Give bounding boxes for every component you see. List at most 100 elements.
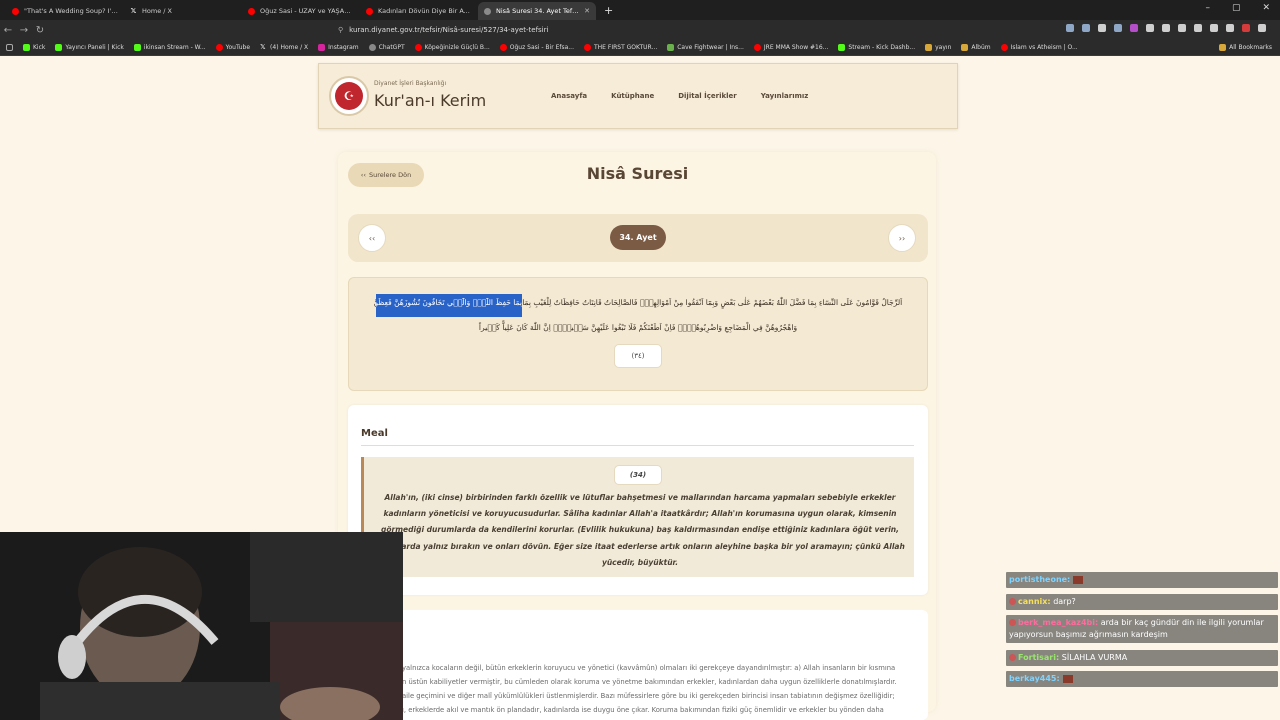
stream-chat-overlay: portistheone: cannix: darp? berk_mea_kaz… [1004, 560, 1280, 720]
ayah-number-badge: (٣٤) [614, 344, 662, 368]
bookmark-item[interactable]: JRE MMA Show #16... [753, 44, 828, 51]
chat-message: portistheone: [1006, 572, 1278, 588]
divider [361, 445, 914, 446]
arabic-line: وَاهْجُرُوهُنَّ فِي الْمَضَاجِعِ وَاضْرِ… [478, 323, 798, 332]
emote-icon [1073, 575, 1084, 584]
media-icon[interactable] [1194, 24, 1202, 32]
youtube-icon [1000, 44, 1008, 51]
chat-message: Fortisari: SİLAHLA VURMA [1006, 650, 1278, 666]
nav-kutuphane[interactable]: Kütüphane [611, 92, 654, 100]
extensions-row [1066, 24, 1266, 32]
browser-tab[interactable]: "That's A Wedding Soup? I'd Rather [6, 2, 124, 20]
browser-tab[interactable]: 𝕏 Home / X [124, 2, 242, 20]
meal-text: Allah'ın, (iki cinse) birbirinden farklı… [375, 493, 905, 567]
bookmark-item[interactable]: Islam vs Atheism | O... [1000, 44, 1078, 51]
double-chevron-left-icon: ‹‹ [360, 171, 366, 179]
bookmark-item[interactable]: Köpeğinizle Güçlü B... [414, 44, 490, 51]
next-ayet-button[interactable]: ›› [888, 224, 916, 252]
bookmark-item[interactable]: Yayıncı Paneli | Kick [55, 44, 124, 51]
instagram-icon [318, 44, 326, 51]
extension-icon[interactable] [1130, 24, 1138, 32]
menu-icon[interactable] [1258, 24, 1266, 32]
youtube-icon [248, 7, 255, 15]
tab-title: Kadınları Dövün Diye Bir Ayet Var M [378, 7, 472, 15]
chatgpt-icon [368, 44, 376, 51]
bookmark-item[interactable]: Kick [23, 44, 45, 51]
page-title: Nisâ Suresi [586, 164, 689, 183]
window-controls: – ▢ ✕ [1205, 3, 1270, 13]
globe-icon [484, 7, 491, 15]
bookmark-item[interactable]: Oğuz Sasi - Bir Efsa... [499, 44, 574, 51]
chat-message: berk_mea_kaz4bi: arda bir kaç gündür din… [1006, 615, 1278, 643]
folder-icon [961, 44, 969, 51]
kick-icon [55, 44, 63, 51]
url-bar[interactable]: ⚲ kuran.diyanet.gov.tr/tefsir/Nisâ-sures… [338, 22, 886, 38]
reload-icon[interactable]: ↻ [32, 25, 48, 36]
diyanet-logo[interactable]: ☪ [329, 76, 369, 116]
nav-yayinlarimiz[interactable]: Yayınlarımız [761, 92, 809, 100]
tab-title: Oğuz Sasi - UZAY ve YAŞAM Teorileri [260, 7, 354, 15]
maximize-icon[interactable]: ▢ [1232, 3, 1241, 13]
extension-icon[interactable] [1146, 24, 1154, 32]
brand-title[interactable]: Kur'an-ı Kerim [374, 91, 486, 110]
browser-tab[interactable]: Kadınları Dövün Diye Bir Ayet Var M [360, 2, 478, 20]
crescent-icon: ☪ [335, 82, 363, 110]
nav-dijital-icerikler[interactable]: Dijital İçerikler [678, 92, 737, 100]
bookmark-item[interactable]: ikinsan Stream - W... [133, 44, 206, 51]
kick-icon [23, 44, 30, 51]
youtube-icon [414, 44, 422, 51]
folder-icon [1219, 44, 1227, 51]
bookmark-item[interactable]: Stream - Kick Dashb... [838, 44, 915, 51]
leaf-icon [667, 44, 675, 51]
extension-icon[interactable] [1162, 24, 1170, 32]
site-info-icon[interactable]: ⚲ [338, 26, 343, 34]
back-to-sures-button[interactable]: ‹‹ Surelere Dön [348, 163, 424, 187]
extension-icon[interactable] [1178, 24, 1186, 32]
forward-icon[interactable]: → [16, 25, 32, 36]
bookmark-item[interactable]: YouTube [215, 44, 250, 51]
tefsir-line: ı, erkeklerde akıl ve mantık ön plandadı… [402, 706, 884, 714]
bookmark-star-icon[interactable] [1210, 24, 1218, 32]
minimize-icon[interactable]: – [1205, 3, 1210, 13]
nav-anasayfa[interactable]: Anasayfa [551, 92, 587, 100]
bookmark-item[interactable]: 𝕏 (4) Home / X [260, 43, 308, 52]
close-tab-icon[interactable]: ✕ [584, 7, 590, 15]
bookmark-item[interactable]: THE FIRST GOKTUR... [584, 44, 657, 51]
extension-icon[interactable] [1066, 24, 1074, 32]
browser-tab[interactable]: Oğuz Sasi - UZAY ve YAŞAM Teorileri [242, 2, 360, 20]
apps-icon[interactable] [6, 44, 13, 51]
avatar [1009, 619, 1016, 626]
extension-icon[interactable] [1098, 24, 1106, 32]
bookmark-folder[interactable]: yayın [925, 44, 951, 51]
extension-icon[interactable] [1114, 24, 1122, 32]
sidepanel-icon[interactable] [1226, 24, 1234, 32]
youtube-icon [12, 7, 19, 15]
all-bookmarks-button[interactable]: All Bookmarks [1219, 44, 1272, 51]
bookmark-item[interactable]: Cave Fightwear | Ins... [667, 44, 744, 51]
tab-title: Home / X [142, 7, 172, 15]
ayet-label: 34. Ayet [610, 225, 666, 250]
youtube-icon [499, 44, 507, 51]
previous-ayet-button[interactable]: ‹‹ [358, 224, 386, 252]
profile-icon[interactable] [1242, 24, 1250, 32]
tefsir-line: n üstün kabiliyetler vermiştir, bu cümle… [402, 678, 897, 686]
x-icon: 𝕏 [130, 6, 137, 15]
address-bar-row: ← → ↻ ⚲ kuran.diyanet.gov.tr/tefsir/Nisâ… [0, 20, 1280, 40]
bookmark-item[interactable]: ChatGPT [368, 44, 405, 51]
bookmark-item[interactable]: Instagram [318, 44, 359, 51]
back-icon[interactable]: ← [0, 25, 16, 36]
browser-tabbar: "That's A Wedding Soup? I'd Rather 𝕏 Hom… [0, 0, 1280, 20]
x-icon: 𝕏 [260, 43, 266, 51]
webcam-overlay [0, 532, 403, 720]
new-tab-button[interactable]: + [604, 4, 613, 17]
youtube-icon [584, 44, 591, 51]
close-window-icon[interactable]: ✕ [1262, 3, 1270, 13]
meal-number-badge: (34) [614, 465, 662, 485]
extension-icon[interactable] [1082, 24, 1090, 32]
emote-icon [1062, 674, 1073, 683]
url-text: kuran.diyanet.gov.tr/tefsir/Nisâ-suresi/… [349, 26, 549, 34]
bookmark-folder[interactable]: Albüm [961, 44, 991, 51]
chat-message: berkay445: [1006, 671, 1278, 687]
tefsir-line: aile geçimini ve diğer malî yükümlülükle… [402, 692, 895, 700]
browser-tab-active[interactable]: Nisâ Suresi 34. Ayet Tefsiri - Diya ✕ [478, 2, 596, 20]
